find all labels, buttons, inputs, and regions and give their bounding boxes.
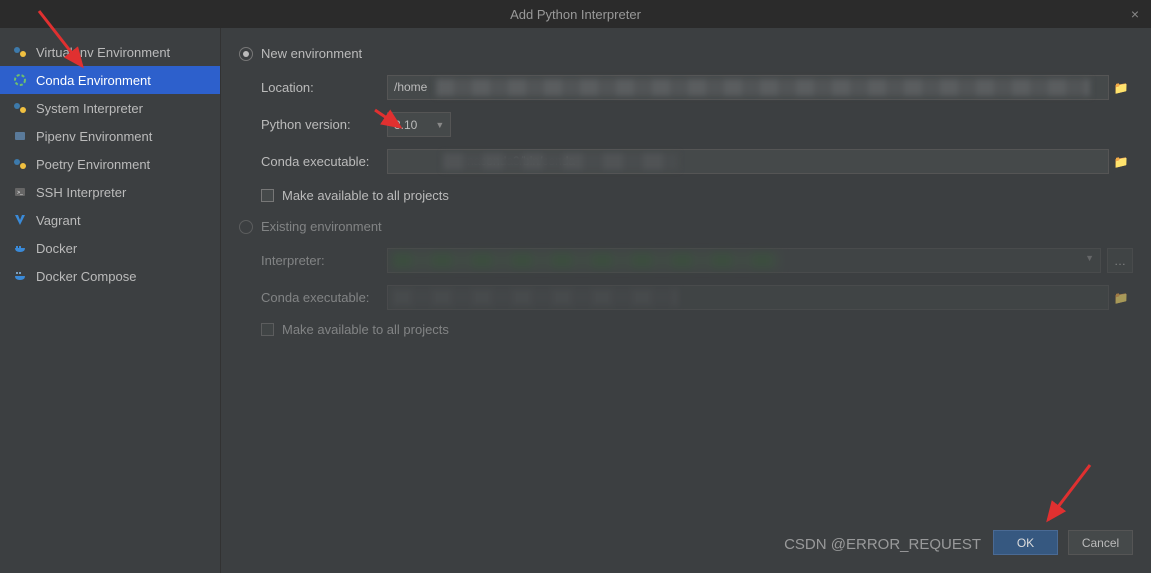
make-available-all-checkbox-existing[interactable]: Make available to all projects [239, 322, 1133, 337]
vagrant-icon [12, 212, 28, 228]
browse-button[interactable]: … [1107, 248, 1133, 273]
conda-icon [12, 72, 28, 88]
sidebar-item-label: System Interpreter [36, 101, 143, 116]
close-icon[interactable]: × [1127, 6, 1143, 22]
sidebar-item-label: Pipenv Environment [36, 129, 152, 144]
sidebar-item-label: Docker [36, 241, 77, 256]
radio-icon [239, 220, 253, 234]
dialog-title: Add Python Interpreter [510, 7, 641, 22]
dialog-titlebar: Add Python Interpreter × [0, 0, 1151, 28]
sidebar-item-virtualenv[interactable]: Virtualenv Environment [0, 38, 220, 66]
pipenv-icon [12, 128, 28, 144]
interpreter-label: Interpreter: [261, 253, 387, 268]
checkbox-icon [261, 189, 274, 202]
radio-label: Existing environment [261, 219, 382, 234]
conda-exec-label-existing: Conda executable: [261, 290, 387, 305]
sidebar-item-docker[interactable]: Docker [0, 234, 220, 262]
sidebar-item-ssh[interactable]: >_ SSH Interpreter [0, 178, 220, 206]
sidebar-item-pipenv[interactable]: Pipenv Environment [0, 122, 220, 150]
sidebar: Virtualenv Environment Conda Environment… [0, 28, 221, 573]
python-icon [12, 156, 28, 172]
radio-existing-environment[interactable]: Existing environment [239, 219, 1133, 234]
folder-icon[interactable]: 📁 [1109, 149, 1133, 174]
cancel-button[interactable]: Cancel [1068, 530, 1133, 555]
checkbox-icon [261, 323, 274, 336]
checkbox-label: Make available to all projects [282, 188, 449, 203]
sidebar-item-poetry[interactable]: Poetry Environment [0, 150, 220, 178]
conda-exec-label: Conda executable: [261, 154, 387, 169]
python-icon [12, 44, 28, 60]
python-version-value: 3.10 [394, 118, 417, 132]
sidebar-item-conda[interactable]: Conda Environment [0, 66, 220, 94]
location-input[interactable]: /home [387, 75, 1109, 100]
chevron-down-icon: ▼ [1085, 253, 1094, 263]
svg-text:>_: >_ [17, 190, 23, 196]
radio-icon [239, 47, 253, 61]
folder-icon[interactable]: 📁 [1109, 75, 1133, 100]
python-version-select[interactable]: 3.10 ▼ [387, 112, 451, 137]
sidebar-item-label: Vagrant [36, 213, 81, 228]
python-icon [12, 100, 28, 116]
ok-button[interactable]: OK [993, 530, 1058, 555]
sidebar-item-system[interactable]: System Interpreter [0, 94, 220, 122]
content-pane: New environment Location: /home 📁 Python… [221, 28, 1151, 573]
sidebar-item-label: Virtualenv Environment [36, 45, 170, 60]
sidebar-item-label: Poetry Environment [36, 157, 150, 172]
sidebar-item-docker-compose[interactable]: Docker Compose [0, 262, 220, 290]
docker-compose-icon [12, 268, 28, 284]
chevron-down-icon: ▼ [435, 120, 444, 130]
python-version-label: Python version: [261, 117, 387, 132]
conda-exec-input[interactable]: ______naconda3/bin/conda [387, 149, 1109, 174]
sidebar-item-label: SSH Interpreter [36, 185, 126, 200]
sidebar-item-label: Docker Compose [36, 269, 136, 284]
docker-icon [12, 240, 28, 256]
radio-label: New environment [261, 46, 362, 61]
folder-icon[interactable]: 📁 [1109, 285, 1133, 310]
interpreter-select[interactable]: ▼ [387, 248, 1101, 273]
checkbox-label: Make available to all projects [282, 322, 449, 337]
conda-exec-input-existing[interactable] [387, 285, 1109, 310]
ssh-icon: >_ [12, 184, 28, 200]
location-label: Location: [261, 80, 387, 95]
sidebar-item-vagrant[interactable]: Vagrant [0, 206, 220, 234]
sidebar-item-label: Conda Environment [36, 73, 151, 88]
radio-new-environment[interactable]: New environment [239, 46, 1133, 61]
make-available-all-checkbox[interactable]: Make available to all projects [239, 188, 1133, 203]
